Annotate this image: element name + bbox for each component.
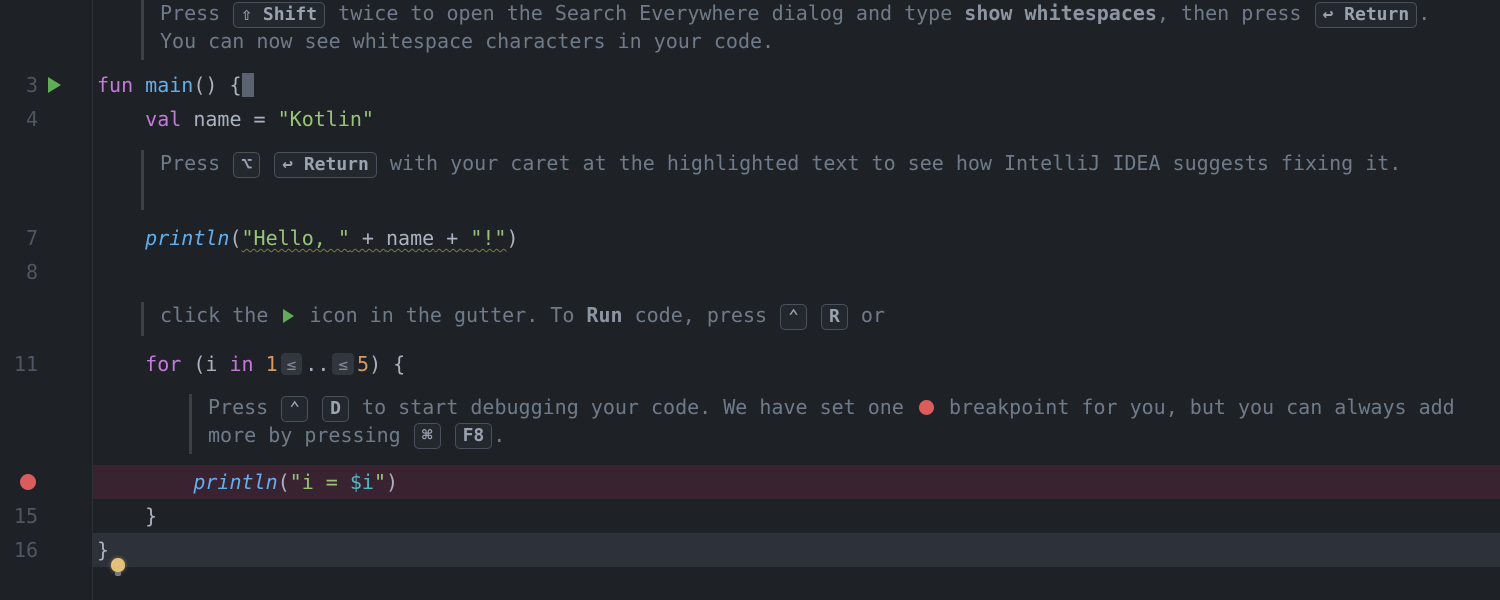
gutter-row-7[interactable]: 7	[0, 221, 93, 255]
keyword-fun: fun	[97, 73, 145, 97]
gutter-row-4[interactable]: 4	[0, 102, 93, 136]
hint-bar	[189, 394, 192, 454]
run-icon[interactable]	[48, 77, 61, 93]
kbd-return: ↩ Return	[274, 152, 377, 178]
run-icon	[283, 309, 294, 323]
kbd-option: ⌥	[233, 152, 260, 178]
gutter-row-3[interactable]: 3	[0, 68, 93, 102]
line-number: 4	[0, 107, 42, 131]
fn-main: main	[145, 73, 193, 97]
kbd-cmd: ⌘	[414, 423, 441, 449]
code-line-breakpoint[interactable]: println("i = $i")	[93, 465, 1500, 499]
line-number: 16	[0, 538, 42, 562]
hint-text: Press ⌃ D to start debugging your code. …	[208, 394, 1500, 449]
intention-bulb-icon[interactable]	[111, 558, 125, 572]
line-number: 3	[0, 73, 42, 97]
hint-debug: Press ⌃ D to start debugging your code. …	[189, 394, 1500, 454]
code-line-3[interactable]: fun main() {	[93, 68, 1500, 102]
string-literal: "Hello, "	[242, 226, 350, 250]
inlay-hint: ≤	[332, 353, 354, 375]
string-literal: "Kotlin"	[278, 107, 374, 131]
breakpoint-icon	[919, 400, 934, 415]
kbd-r: R	[821, 304, 848, 330]
kbd-shift: ⇧ Shift	[233, 2, 325, 28]
gutter-row-15[interactable]: 15	[0, 499, 93, 533]
kbd-ctrl: ⌃	[780, 304, 807, 330]
hint-text: Press ⇧ Shift twice to open the Search E…	[160, 0, 1500, 55]
code-line-8[interactable]	[93, 255, 1500, 289]
hint-run: click the icon in the gutter. To Run cod…	[141, 302, 1500, 336]
inlay-hint: ≤	[281, 353, 303, 375]
line-number: 7	[0, 226, 42, 250]
keyword-for: for	[145, 352, 193, 376]
kbd-ctrl: ⌃	[281, 396, 308, 422]
code-line-15[interactable]: }	[93, 499, 1500, 533]
kbd-return: ↩ Return	[1315, 2, 1418, 28]
gutter-row-8[interactable]: 8	[0, 255, 93, 289]
code-editor[interactable]: 3 4 7 8 11 15 16 Press ⇧	[0, 0, 1500, 600]
gutter-row-breakpoint[interactable]	[0, 465, 93, 499]
code-line-11[interactable]: for (i in 1≤..≤5) {	[93, 347, 1500, 381]
hint-text: click the icon in the gutter. To Run cod…	[160, 302, 1500, 330]
code-area[interactable]: Press ⇧ Shift twice to open the Search E…	[93, 0, 1500, 600]
gutter-row-11[interactable]: 11	[0, 347, 93, 381]
kbd-f8: F8	[455, 423, 493, 449]
code-line-4[interactable]: val name = "Kotlin"	[93, 102, 1500, 136]
caret	[242, 73, 254, 97]
hint-text: Press ⌥ ↩ Return with your caret at the …	[160, 150, 1500, 178]
gutter-row-16[interactable]: 16	[0, 533, 93, 567]
line-number: 8	[0, 260, 42, 284]
hint-bar	[141, 0, 144, 60]
fn-println: println	[145, 226, 229, 250]
line-number: 15	[0, 504, 42, 528]
hint-fix: Press ⌥ ↩ Return with your caret at the …	[141, 150, 1500, 210]
keyword-val: val	[145, 107, 193, 131]
hint-bar	[141, 150, 144, 210]
code-line-7[interactable]: println("Hello, " + name + "!")	[93, 221, 1500, 255]
fn-println: println	[193, 470, 277, 494]
code-line-16[interactable]: }	[93, 533, 1500, 567]
breakpoint-icon[interactable]	[20, 474, 36, 490]
string-literal: "!"	[470, 226, 506, 250]
template-expr: $i	[350, 470, 374, 494]
gutter: 3 4 7 8 11 15 16	[0, 0, 93, 600]
line-number: 11	[0, 352, 42, 376]
hint-whitespace: Press ⇧ Shift twice to open the Search E…	[141, 0, 1500, 60]
hint-bar	[141, 302, 144, 336]
kbd-d: D	[322, 396, 349, 422]
